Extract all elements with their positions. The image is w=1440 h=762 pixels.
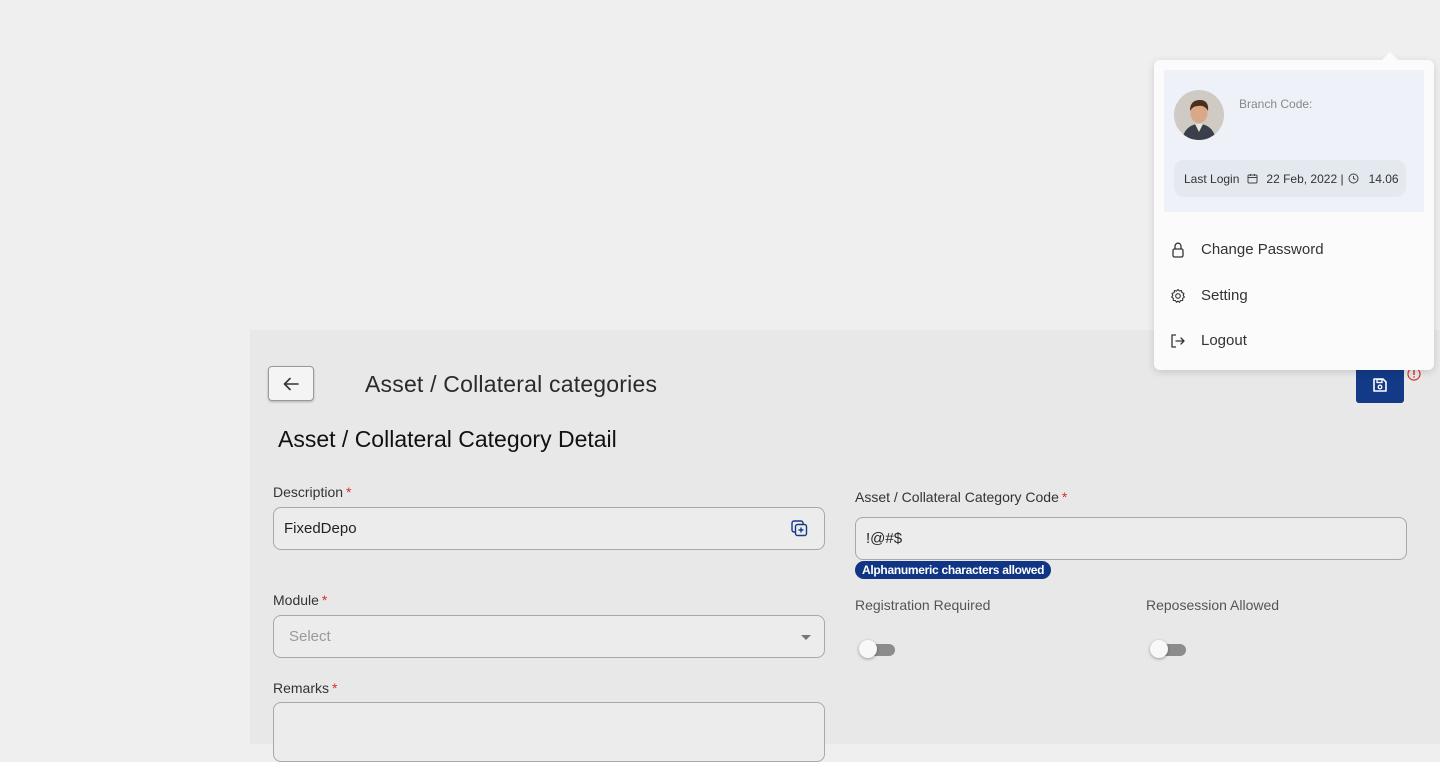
code-label: Asset / Collateral Category Code * xyxy=(855,489,1067,505)
repossession-allowed-label: Reposession Allowed xyxy=(1146,597,1280,613)
module-label: Module * xyxy=(273,592,327,608)
main-panel: Asset / Collateral categories Asset / Co… xyxy=(250,330,1440,762)
gear-icon xyxy=(1170,288,1186,304)
description-label: Description * xyxy=(273,484,351,500)
arrow-left-icon xyxy=(283,377,299,390)
menu-item-logout[interactable]: Logout xyxy=(1170,332,1247,349)
avatar xyxy=(1174,90,1224,140)
category-code-value: !@#$ xyxy=(866,530,903,547)
required-mark: * xyxy=(346,484,352,500)
section-title: Asset / Collateral Category Detail xyxy=(278,426,617,452)
module-select[interactable]: Select xyxy=(273,615,825,658)
menu-item-setting[interactable]: Setting xyxy=(1170,287,1248,304)
chevron-down-icon xyxy=(801,635,811,640)
remarks-textarea[interactable] xyxy=(273,702,825,762)
code-hint-badge: Alphanumeric characters allowed xyxy=(855,561,1052,579)
registration-required-toggle[interactable] xyxy=(859,640,895,658)
required-mark: * xyxy=(332,680,338,696)
last-login-date: 22 Feb, 2022 | xyxy=(1266,171,1344,186)
category-code-input[interactable]: !@#$ xyxy=(855,517,1407,560)
logout-icon xyxy=(1170,333,1186,349)
toggle-knob xyxy=(1150,640,1168,658)
toggle-knob xyxy=(859,640,877,658)
repossession-allowed-toggle[interactable] xyxy=(1150,640,1186,658)
description-value: FixedDepo xyxy=(284,520,357,537)
module-label-text: Module xyxy=(273,592,319,608)
code-label-text: Asset / Collateral Category Code xyxy=(855,489,1059,505)
last-login-label: Last Login xyxy=(1184,171,1240,186)
menu-item-label: Logout xyxy=(1201,332,1247,349)
remarks-label-text: Remarks xyxy=(273,680,330,696)
remarks-label: Remarks * xyxy=(273,680,337,696)
calendar-icon xyxy=(1247,174,1258,184)
page-title: Asset / Collateral categories xyxy=(365,371,658,397)
copy-add-icon[interactable] xyxy=(791,520,808,537)
profile-dropdown: Branch Code: Last Login 22 Feb, 2022 | 1… xyxy=(1154,52,1434,370)
menu-item-change-password[interactable]: Change Password xyxy=(1170,241,1324,258)
clock-icon xyxy=(1348,173,1359,184)
menu-item-label: Change Password xyxy=(1201,241,1324,258)
profile-summary: Branch Code: Last Login 22 Feb, 2022 | 1… xyxy=(1164,70,1424,212)
description-label-text: Description xyxy=(273,484,344,500)
dropdown-caret xyxy=(1382,52,1398,60)
registration-required-label: Registration Required xyxy=(855,597,991,613)
required-mark: * xyxy=(1061,489,1068,505)
save-button[interactable] xyxy=(1356,367,1404,403)
save-icon xyxy=(1373,378,1387,392)
required-mark: * xyxy=(321,592,328,608)
description-input[interactable]: FixedDepo xyxy=(273,507,825,550)
back-button[interactable] xyxy=(268,366,314,401)
branch-code-label: Branch Code: xyxy=(1239,97,1313,111)
lock-icon xyxy=(1170,242,1186,258)
module-placeholder: Select xyxy=(289,628,331,645)
last-login-info: Last Login 22 Feb, 2022 | 14.06 xyxy=(1174,160,1406,197)
last-login-time: 14.06 xyxy=(1368,171,1399,186)
menu-item-label: Setting xyxy=(1201,287,1248,304)
